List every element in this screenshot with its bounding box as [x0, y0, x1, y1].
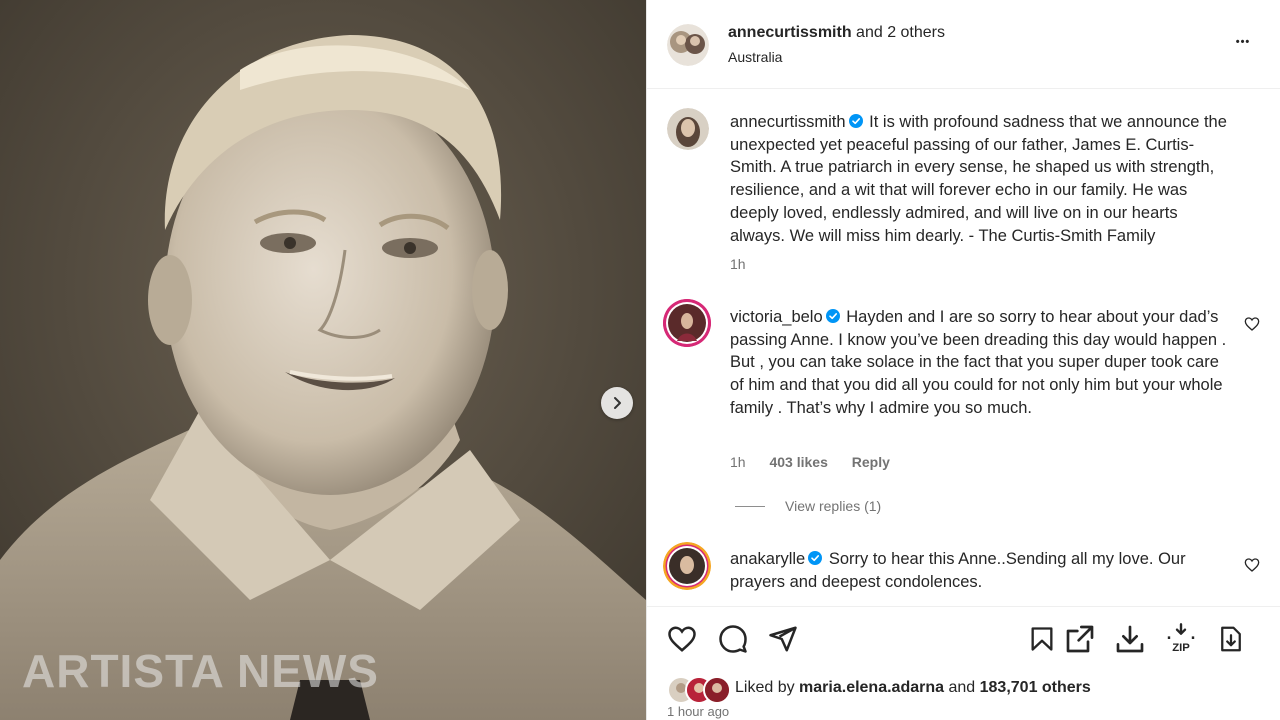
caption-time[interactable]: 1h	[730, 256, 746, 272]
caption: annecurtissmith It is with profound sadn…	[730, 111, 1235, 247]
comment-button[interactable]	[716, 622, 750, 656]
external-link-icon	[1066, 625, 1094, 653]
caption-meta: 1h	[730, 256, 766, 272]
post-side-panel: annecurtissmith and 2 others Australia •…	[647, 0, 1280, 720]
save-button[interactable]	[1025, 622, 1059, 656]
zip-download-icon: ZIP	[1167, 623, 1195, 654]
post-header: annecurtissmith and 2 others Australia •…	[647, 0, 1280, 89]
coauthors-link[interactable]: and 2 others	[856, 24, 945, 41]
post-photo[interactable]: ARTISTA NEWS	[0, 0, 646, 720]
view-replies-button[interactable]: View replies (1)	[735, 498, 881, 514]
portrait-image	[0, 0, 646, 720]
verified-badge-icon	[825, 309, 840, 323]
post-author[interactable]: annecurtissmith and 2 others	[728, 24, 945, 42]
reply-button[interactable]: Reply	[852, 454, 890, 470]
comment-meta: 1h 403 likes Reply	[730, 454, 910, 470]
download-zip-button[interactable]: ZIP	[1164, 622, 1198, 656]
bookmark-icon	[1031, 627, 1053, 651]
likes-prefix: Liked by	[735, 679, 795, 696]
post-timestamp: 1 hour ago	[667, 704, 730, 719]
comment-username[interactable]: anakarylle	[730, 550, 805, 568]
replies-line	[735, 505, 765, 507]
location-link[interactable]: Australia	[728, 49, 782, 65]
view-replies-label: View replies (1)	[785, 498, 882, 514]
liker-avatar	[703, 676, 731, 704]
author-avatar[interactable]	[667, 24, 709, 66]
author-username[interactable]: annecurtissmith	[728, 24, 852, 41]
comment-icon	[719, 625, 747, 653]
heart-icon	[668, 626, 696, 652]
action-divider	[647, 606, 1280, 607]
file-download-icon	[1221, 626, 1241, 652]
liker-username[interactable]: maria.elena.adarna	[799, 679, 944, 696]
comment-avatar-victoria[interactable]	[663, 299, 711, 347]
download-button[interactable]	[1113, 622, 1147, 656]
likes-summary: Liked by maria.elena.adarna and 183,701 …	[735, 679, 1091, 697]
more-options-button[interactable]: •••	[1231, 30, 1255, 54]
open-external-button[interactable]	[1063, 622, 1097, 656]
comment-username[interactable]: victoria_belo	[730, 308, 823, 326]
likes-conjunction: and	[948, 679, 976, 696]
verified-badge-icon	[808, 551, 823, 565]
like-comment-heart-icon[interactable]	[1244, 316, 1260, 332]
save-to-device-button[interactable]	[1214, 622, 1248, 656]
download-icon	[1116, 625, 1144, 653]
comment-time[interactable]: 1h	[730, 454, 746, 470]
next-image-button[interactable]	[601, 387, 633, 419]
caption-text: It is with profound sadness that we anno…	[730, 113, 1227, 245]
comment-avatar-anakarylle[interactable]	[663, 542, 711, 590]
svg-text:ZIP: ZIP	[1172, 642, 1190, 654]
like-comment-heart-icon[interactable]	[1244, 557, 1260, 573]
verified-badge-icon	[848, 114, 863, 128]
caption-avatar[interactable]	[667, 108, 709, 150]
share-button[interactable]	[766, 622, 800, 656]
caption-username[interactable]: annecurtissmith	[730, 113, 846, 131]
likes-count[interactable]: 183,701 others	[980, 679, 1091, 696]
comment-anakarylle: anakarylle Sorry to hear this Anne..Send…	[730, 548, 1235, 593]
more-icon: •••	[1235, 36, 1251, 48]
comment-victoria: victoria_belo Hayden and I are so sorry …	[730, 306, 1235, 420]
chevron-right-icon	[614, 397, 621, 409]
like-button[interactable]	[665, 622, 699, 656]
send-icon	[769, 626, 797, 652]
comment-likes[interactable]: 403 likes	[769, 454, 827, 470]
watermark-text: ARTISTA NEWS	[22, 645, 379, 697]
